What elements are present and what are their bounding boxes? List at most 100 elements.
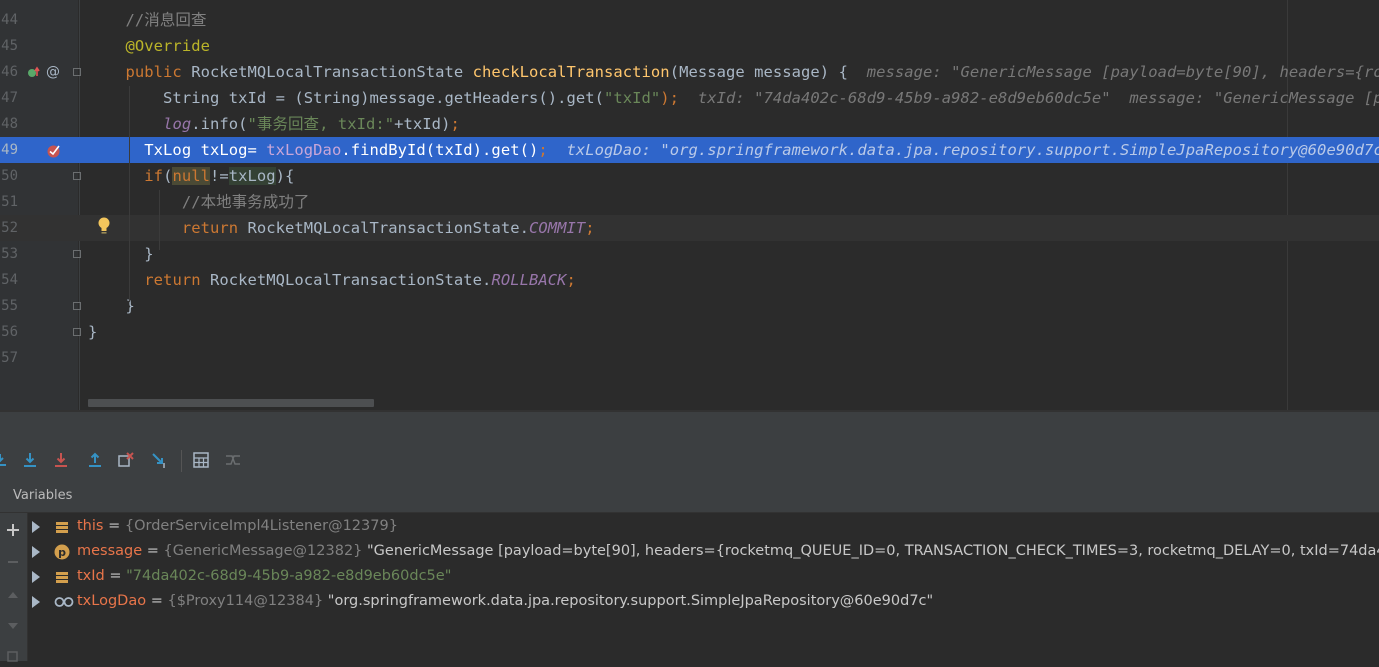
code-editor[interactable]: 44 //消息回查 45 @Override 46 public RocketMQL… [0, 0, 1379, 410]
line-number: 44 [1, 12, 18, 28]
evaluate-expression-icon[interactable] [191, 450, 211, 470]
move-down-icon[interactable] [3, 616, 23, 636]
line-number: 49 [1, 142, 18, 158]
fold-marker[interactable] [73, 302, 81, 310]
code-line[interactable]: 55 } [0, 293, 1379, 319]
code-line[interactable]: 50 if(null!=txLog){ [0, 163, 1379, 189]
indent-guide [129, 86, 130, 302]
variables-panel[interactable]: this = {OrderServiceImpl4Listener@12379}… [0, 513, 1379, 662]
code-line[interactable]: 46 public RocketMQLocalTransactionState … [0, 59, 1379, 85]
code-text[interactable]: } [88, 293, 135, 319]
expand-arrow-icon[interactable] [32, 571, 40, 583]
code-text[interactable]: TxLog txLog= txLogDao.findById(txId).get… [88, 137, 1379, 163]
code-token: +txId) [394, 115, 451, 133]
code-line[interactable]: 53 } [0, 241, 1379, 267]
line-number: 47 [1, 90, 18, 106]
intention-bulb-icon[interactable] [97, 217, 111, 235]
variable-type: {$Proxy114@12384} [167, 593, 324, 609]
step-into-icon[interactable] [20, 450, 40, 470]
variable-text: this = {OrderServiceImpl4Listener@12379} [77, 514, 398, 539]
line-number: 50 [1, 168, 18, 184]
code-text[interactable]: //消息回查 [88, 7, 207, 33]
code-token: .findById(txId).get() [341, 141, 539, 159]
line-number: 51 [1, 194, 18, 210]
expand-arrow-icon[interactable] [32, 546, 40, 558]
variable-name: txId [77, 568, 105, 584]
line-number: 56 [1, 324, 18, 340]
force-step-into-icon[interactable] [51, 450, 71, 470]
code-token: TxLog txLog= [88, 141, 267, 159]
step-over-icon[interactable] [0, 450, 10, 470]
expand-arrow-icon[interactable] [32, 521, 40, 533]
code-text[interactable]: return RocketMQLocalTransactionState.ROL… [88, 267, 576, 293]
code-text[interactable]: } [88, 241, 154, 267]
code-text[interactable]: String txId = (String)message.getHeaders… [88, 85, 1379, 111]
variable-value: "org.springframework.data.jpa.repository… [323, 593, 934, 609]
fold-marker[interactable] [73, 172, 81, 180]
code-token: txLog [228, 167, 276, 185]
code-line[interactable]: 51 //本地事务成功了 [0, 189, 1379, 215]
fold-marker[interactable] [73, 250, 81, 258]
code-line[interactable]: 45 @Override [0, 33, 1379, 59]
drop-frame-icon[interactable] [116, 450, 136, 470]
code-text[interactable]: //本地事务成功了 [88, 189, 310, 215]
execution-line[interactable]: 49 TxLog txLog= txLogDao.findById(txId).… [0, 137, 1379, 163]
implements-method-icon[interactable] [26, 66, 42, 80]
code-token: COMMIT [528, 219, 586, 237]
code-text[interactable]: @Override [88, 33, 210, 59]
expand-arrow-icon[interactable] [32, 596, 40, 608]
remove-watch-icon[interactable] [3, 552, 23, 572]
add-watch-icon[interactable] [3, 520, 23, 540]
code-text[interactable]: if(null!=txLog){ [88, 163, 294, 189]
trace-stream-icon[interactable] [223, 450, 243, 470]
code-token: RocketMQLocalTransactionState. [209, 271, 492, 289]
code-token: ){ [275, 167, 295, 185]
parameter-icon: p [54, 544, 70, 560]
move-up-icon[interactable] [3, 585, 23, 605]
code-token: .info( [191, 115, 248, 133]
variable-row[interactable]: this = {OrderServiceImpl4Listener@12379} [28, 514, 1379, 539]
fold-marker[interactable] [73, 328, 81, 336]
variable-equals: = [104, 568, 127, 584]
breakpoint-icon[interactable] [46, 143, 62, 159]
code-token: RocketMQLocalTransactionState. [247, 219, 529, 237]
code-token: ); [660, 89, 698, 107]
variable-equals: = [103, 518, 125, 534]
copy-icon[interactable] [3, 647, 23, 667]
variable-value: "GenericMessage [payload=byte[90], heade… [362, 543, 1379, 559]
run-to-cursor-icon[interactable] [150, 450, 170, 470]
debug-toolbar [0, 440, 1379, 482]
variable-text: message = {GenericMessage@12382} "Generi… [77, 539, 1379, 564]
code-text[interactable]: log.info("事务回查, txId:"+txId); [88, 111, 460, 137]
horizontal-scrollbar[interactable] [88, 399, 374, 407]
fold-marker[interactable] [73, 68, 81, 76]
code-text[interactable]: } [88, 319, 97, 345]
code-line[interactable]: 48 log.info("事务回查, txId:"+txId); [0, 111, 1379, 137]
code-line[interactable]: 54 return RocketMQLocalTransactionState.… [0, 267, 1379, 293]
code-token: ROLLBACK [491, 271, 567, 289]
code-line[interactable]: 52 return RocketMQLocalTransactionState.… [0, 215, 1379, 241]
code-line[interactable]: 56} [0, 319, 1379, 345]
override-annotation-icon[interactable]: @ [46, 64, 60, 80]
code-token: @Override [88, 37, 210, 55]
line-number: 55 [1, 298, 18, 314]
variable-equals: = [142, 543, 164, 559]
variable-row[interactable]: txLogDao = {$Proxy114@12384} "org.spring… [28, 589, 1379, 614]
code-text[interactable]: public RocketMQLocalTransactionState che… [88, 59, 1379, 85]
variable-row[interactable]: txId = "74da402c-68d9-45b9-a982-e8d9eb60… [28, 564, 1379, 589]
code-text[interactable]: return RocketMQLocalTransactionState.COM… [88, 215, 595, 241]
code-token: return [181, 219, 248, 237]
inline-debug-value: message: "GenericMessage [payload=byte[9… [866, 63, 1379, 81]
code-token: } [88, 245, 154, 263]
variable-value: "74da402c-68d9-45b9-a982-e8d9eb60dc5e" [126, 568, 452, 584]
code-token: return [144, 271, 210, 289]
variable-text: txId = "74da402c-68d9-45b9-a982-e8d9eb60… [77, 564, 451, 589]
step-out-icon[interactable] [85, 450, 105, 470]
code-line[interactable]: 57 [0, 345, 1379, 371]
variable-row[interactable]: p message = {GenericMessage@12382} "Gener… [28, 539, 1379, 564]
code-line[interactable]: 44 //消息回查 [0, 7, 1379, 33]
code-token: public [88, 63, 192, 81]
code-line[interactable]: 47 String txId = (String)message.getHead… [0, 85, 1379, 111]
toolbar-separator [181, 450, 182, 472]
variable-name: txLogDao [77, 593, 147, 609]
